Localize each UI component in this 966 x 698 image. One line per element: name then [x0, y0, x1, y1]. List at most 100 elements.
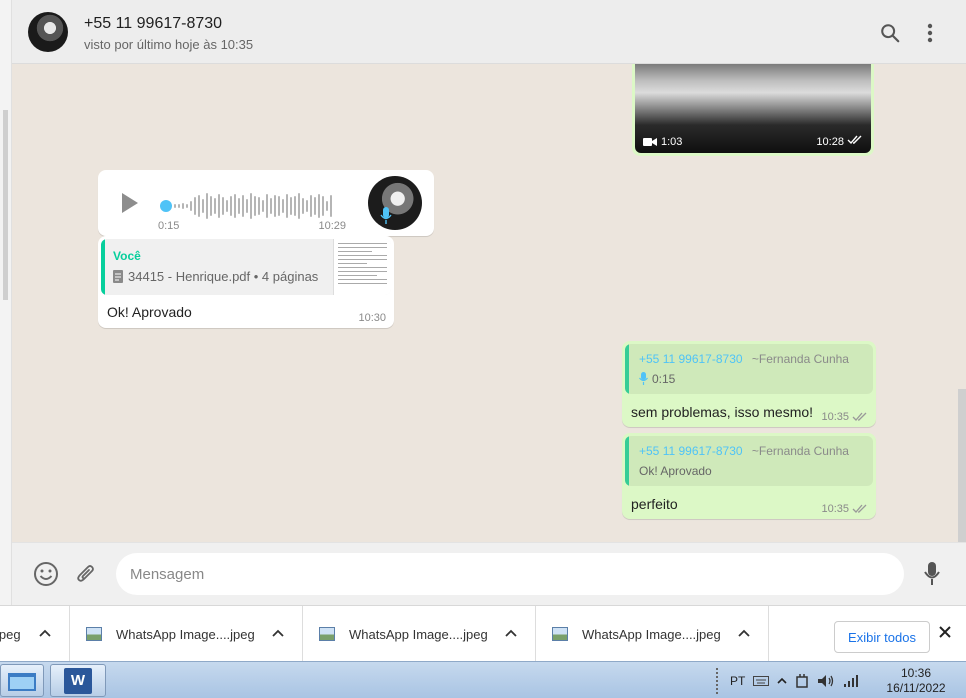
- quote-body-text: 0:15: [652, 372, 676, 386]
- waveform-bar: [282, 199, 284, 213]
- chevron-up-icon[interactable]: [777, 677, 787, 685]
- double-check-icon: [852, 504, 867, 513]
- left-panel-strip: [0, 0, 12, 605]
- chevron-up-icon[interactable]: [738, 625, 750, 640]
- waveform-bar: [202, 199, 204, 213]
- attach-button[interactable]: [72, 560, 100, 588]
- download-item[interactable]: jpeg: [0, 606, 70, 662]
- waveform-bar: [262, 200, 264, 212]
- waveform-bar: [242, 195, 244, 217]
- message-text: Ok! Aprovado: [107, 304, 192, 320]
- message-time-text: 10:35: [821, 411, 849, 423]
- download-item[interactable]: WhatsApp Image....jpeg: [303, 606, 536, 662]
- quote-file-name: 34415 - Henrique.pdf • 4 páginas: [128, 269, 319, 284]
- outgoing-reply-message[interactable]: +55 11 99617-8730 ~Fernanda Cunha 0:15 s…: [622, 341, 876, 427]
- download-file-name: WhatsApp Image....jpeg: [349, 626, 488, 642]
- chevron-up-icon[interactable]: [505, 625, 517, 640]
- mic-icon: [380, 207, 392, 224]
- waveform-bar: [278, 196, 280, 216]
- chat-scrollbar[interactable]: [958, 389, 966, 542]
- taskbar-word[interactable]: W: [50, 664, 106, 697]
- chat-area[interactable]: 1:03 10:28 0:15 10:29 Você 34415 - Henri…: [12, 64, 966, 542]
- double-check-icon: [847, 135, 862, 145]
- waveform-bar: [222, 197, 224, 215]
- document-reply-message[interactable]: Você 34415 - Henrique.pdf • 4 páginas Ok…: [98, 236, 394, 328]
- quote-file: 34415 - Henrique.pdf • 4 páginas: [113, 269, 318, 284]
- network-signal-icon[interactable]: [843, 674, 859, 687]
- audio-message[interactable]: 0:15 10:29: [98, 170, 434, 236]
- message-text: sem problemas, isso mesmo!: [631, 404, 814, 420]
- waveform-bar: [186, 204, 188, 208]
- waveform-bar: [254, 196, 256, 216]
- video-message[interactable]: 1:03 10:28: [632, 64, 874, 156]
- waveform-bar: [250, 193, 252, 219]
- word-icon: W: [64, 667, 92, 694]
- audio-progress-handle[interactable]: [160, 200, 172, 212]
- waveform-bar: [266, 194, 268, 218]
- tray-grip: [716, 667, 722, 694]
- play-button[interactable]: [120, 191, 140, 220]
- quoted-message[interactable]: +55 11 99617-8730 ~Fernanda Cunha Ok! Ap…: [625, 436, 873, 486]
- audio-duration: 0:15: [158, 220, 180, 232]
- waveform-bar: [274, 195, 276, 217]
- language-indicator[interactable]: PT: [730, 674, 745, 688]
- waveform-bar: [258, 197, 260, 215]
- voice-record-button[interactable]: [918, 560, 946, 588]
- quote-number: +55 11 99617-8730: [639, 352, 743, 366]
- contact-name: +55 11 99617-8730: [84, 15, 223, 32]
- waveform-bar: [210, 196, 212, 216]
- audio-waveform[interactable]: [174, 190, 332, 222]
- image-file-icon: [86, 627, 102, 641]
- chat-header[interactable]: +55 11 99617-8730 visto por último hoje …: [12, 0, 966, 64]
- waveform-bar: [214, 198, 216, 214]
- download-file-name: jpeg: [0, 626, 21, 642]
- document-icon: [113, 270, 123, 283]
- quoted-document[interactable]: Você 34415 - Henrique.pdf • 4 páginas: [101, 239, 391, 295]
- emoji-button[interactable]: [32, 560, 60, 588]
- waveform-bar: [326, 201, 328, 211]
- taskbar-file-explorer[interactable]: [0, 664, 44, 697]
- keyboard-icon[interactable]: [753, 675, 770, 686]
- message-input[interactable]: [116, 553, 904, 595]
- download-item[interactable]: WhatsApp Image....jpeg: [70, 606, 303, 662]
- chevron-up-icon[interactable]: [39, 625, 51, 640]
- waveform-bar: [306, 200, 308, 212]
- waveform-bar: [286, 194, 288, 218]
- quoted-audio[interactable]: +55 11 99617-8730 ~Fernanda Cunha 0:15: [625, 344, 873, 394]
- document-thumbnail: [333, 239, 391, 295]
- waveform-bar: [322, 196, 324, 216]
- waveform-bar: [294, 196, 296, 216]
- waveform-bar: [270, 198, 272, 214]
- taskbar-clock[interactable]: 10:36 16/11/2022: [876, 666, 956, 696]
- waveform-bar: [182, 203, 184, 209]
- waveform-bar: [174, 204, 176, 208]
- speaker-icon[interactable]: [817, 674, 835, 688]
- waveform-bar: [330, 195, 332, 217]
- waveform-bar: [218, 194, 220, 218]
- power-plug-icon[interactable]: [795, 673, 809, 689]
- avatar[interactable]: [28, 12, 68, 52]
- quote-body: 0:15: [639, 372, 675, 386]
- quote-body-text: Ok! Aprovado: [639, 464, 712, 478]
- waveform-bar: [290, 197, 292, 215]
- menu-button[interactable]: [916, 19, 944, 47]
- close-icon[interactable]: [938, 625, 952, 644]
- waveform-bar: [314, 197, 316, 215]
- mic-icon: [639, 372, 648, 385]
- image-file-icon: [552, 627, 568, 641]
- show-all-downloads-button[interactable]: Exibir todos: [834, 621, 930, 653]
- waveform-bar: [298, 193, 300, 219]
- sender-avatar: [368, 176, 422, 230]
- mic-icon: [924, 562, 940, 585]
- video-time-text: 10:28: [816, 136, 844, 148]
- outgoing-reply-message[interactable]: +55 11 99617-8730 ~Fernanda Cunha Ok! Ap…: [622, 433, 876, 519]
- last-seen-status: visto por último hoje às 10:35: [84, 37, 254, 52]
- search-button[interactable]: [876, 19, 904, 47]
- quote-author: Você: [113, 249, 141, 263]
- video-thumbnail[interactable]: 1:03 10:28: [635, 64, 871, 153]
- message-time-text: 10:35: [821, 503, 849, 515]
- chevron-up-icon[interactable]: [272, 625, 284, 640]
- left-scrollbar[interactable]: [3, 110, 8, 300]
- message-time: 10:35: [821, 503, 868, 515]
- download-item[interactable]: WhatsApp Image....jpeg: [536, 606, 769, 662]
